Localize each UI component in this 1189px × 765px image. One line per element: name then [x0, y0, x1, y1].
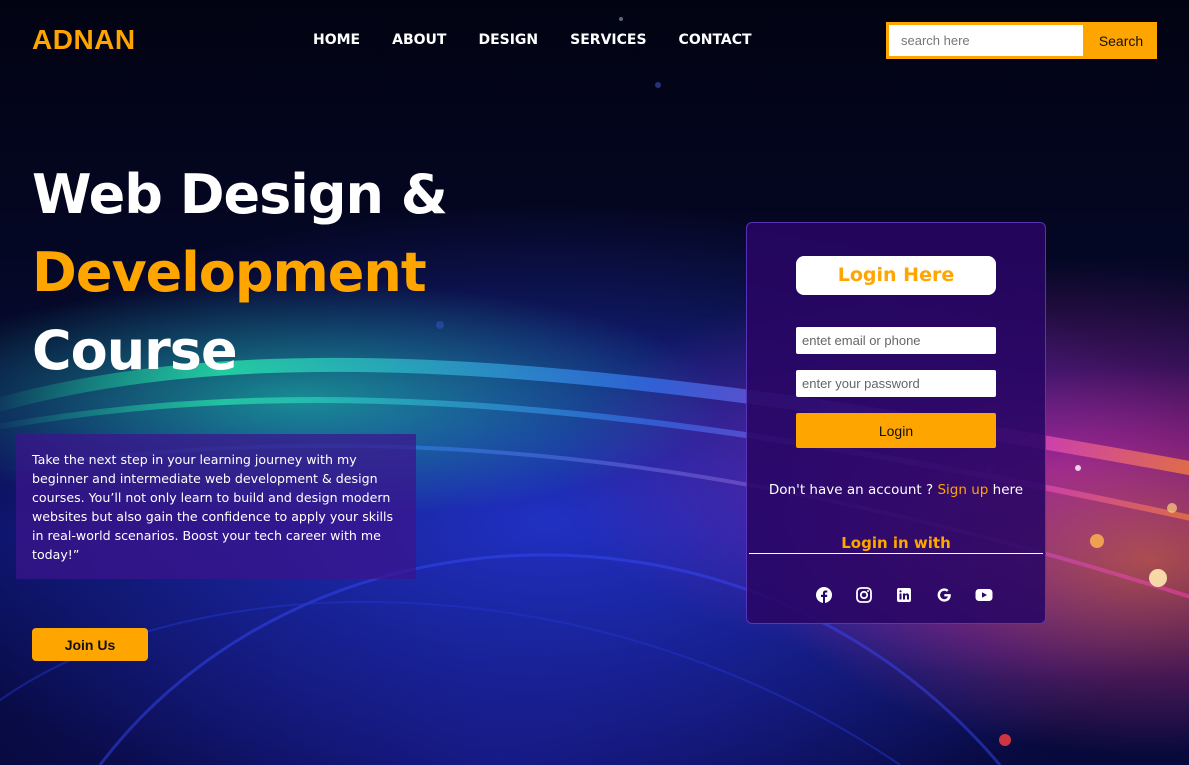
search-bar: Search [886, 22, 1157, 59]
main-nav: HOME ABOUT DESIGN SERVICES CONTACT [313, 32, 752, 48]
nav-contact-link[interactable]: CONTACT [679, 32, 752, 48]
site-logo[interactable]: ADNAN [32, 24, 136, 56]
signup-prompt: Don't have an account ? Sign up here [747, 482, 1045, 498]
google-icon[interactable] [935, 586, 953, 604]
login-title: Login Here [796, 256, 996, 295]
search-button[interactable]: Search [1085, 22, 1157, 59]
login-card: Login Here Login Don't have an account ?… [746, 222, 1046, 624]
social-login-icons [815, 586, 993, 604]
linkedin-icon[interactable] [895, 586, 913, 604]
nav-home-link[interactable]: HOME [313, 32, 360, 48]
hero-title-line-3: Course [32, 319, 238, 382]
login-button[interactable]: Login [796, 413, 996, 448]
youtube-icon[interactable] [975, 586, 993, 604]
signup-suffix: here [992, 482, 1024, 498]
search-input[interactable] [888, 24, 1084, 57]
hero-description: Take the next step in your learning jour… [32, 452, 394, 562]
signup-prefix: Don't have an account ? [768, 482, 934, 498]
top-navigation-bar: ADNAN HOME ABOUT DESIGN SERVICES CONTACT… [0, 0, 1189, 80]
join-us-button[interactable]: Join Us [32, 628, 148, 661]
facebook-icon[interactable] [815, 586, 833, 604]
hero-title-line-1: Web Design & [32, 163, 448, 226]
nav-about-link[interactable]: ABOUT [392, 32, 446, 48]
email-field[interactable] [796, 327, 996, 354]
login-with-heading: Login in with [841, 534, 951, 552]
signup-link[interactable]: Sign up [937, 482, 988, 498]
password-field[interactable] [796, 370, 996, 397]
nav-design-link[interactable]: DESIGN [478, 32, 538, 48]
divider [749, 553, 1043, 554]
hero-heading: Web Design & Development Course [32, 156, 448, 390]
hero-title-line-2: Development [32, 241, 427, 304]
instagram-icon[interactable] [855, 586, 873, 604]
nav-services-link[interactable]: SERVICES [570, 32, 646, 48]
hero-description-box: Take the next step in your learning jour… [16, 434, 416, 579]
